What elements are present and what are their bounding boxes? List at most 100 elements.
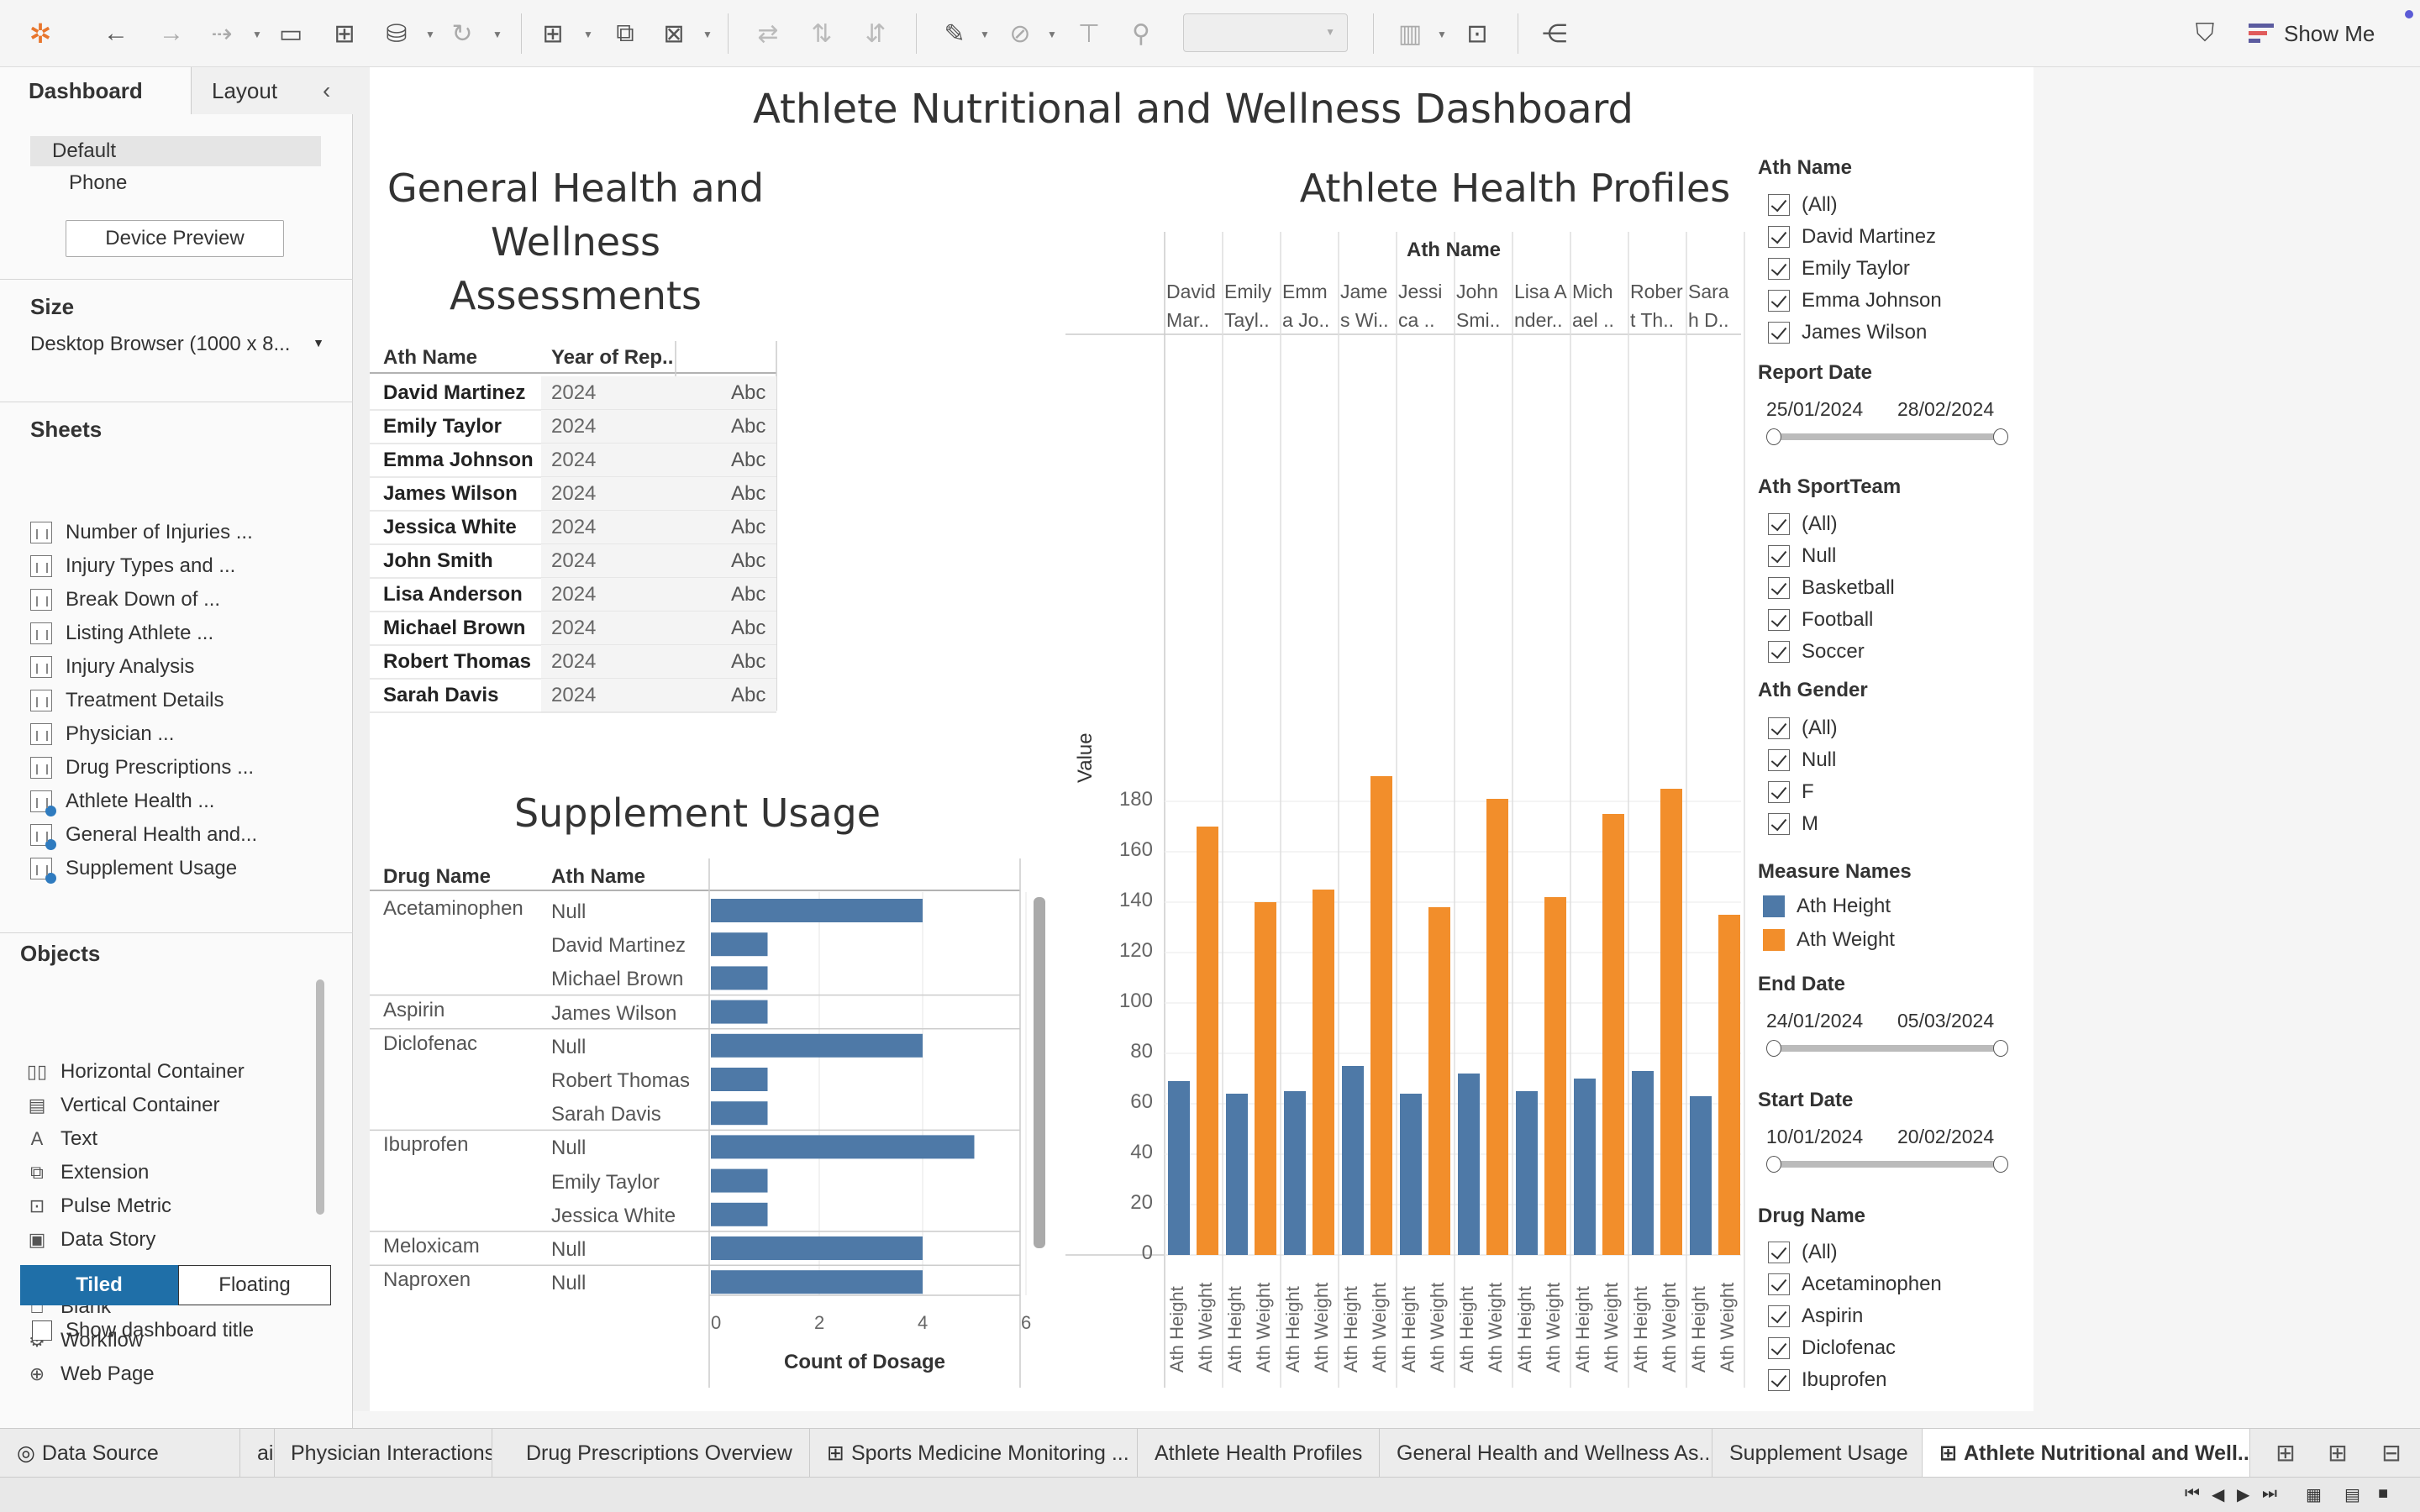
legend-item-label: Ath Weight bbox=[1797, 928, 1895, 951]
su-bar bbox=[711, 1202, 768, 1226]
sheet-tab[interactable]: ails bbox=[240, 1429, 275, 1478]
filter-checkbox-item[interactable]: (All) bbox=[1768, 714, 1838, 743]
sheet-tab[interactable]: Drug Prescriptions Overview bbox=[509, 1429, 810, 1478]
filter-item-label: Basketball bbox=[1802, 576, 1895, 599]
checkbox-checked[interactable] bbox=[1768, 1369, 1790, 1391]
new-worksheet-tab-icon[interactable]: ⊞ bbox=[2269, 1436, 2302, 1469]
gh-value-cell bbox=[676, 679, 776, 712]
checkbox-checked[interactable] bbox=[1768, 290, 1790, 312]
legend-item[interactable]: Ath Height bbox=[1763, 892, 1891, 921]
hp-bar-height bbox=[1342, 1066, 1364, 1255]
filter-item-label: Diclofenac bbox=[1802, 1336, 1897, 1359]
su-bar bbox=[711, 1000, 768, 1024]
sheet-tab[interactable]: Supplement Usage bbox=[1712, 1429, 1923, 1478]
date-range-slider[interactable] bbox=[1766, 428, 2008, 445]
filter-checkbox-item[interactable]: F bbox=[1768, 778, 1814, 806]
sheet-tab-label: Athlete Health Profiles bbox=[1155, 1441, 1363, 1465]
gh-value-cell bbox=[676, 578, 776, 612]
hp-bar-weight bbox=[1544, 897, 1566, 1255]
su-bar bbox=[711, 1033, 923, 1058]
hp-bar-weight bbox=[1718, 915, 1740, 1255]
hp-bar-weight bbox=[1660, 789, 1682, 1255]
filter-sport-team-title: Ath SportTeam bbox=[1758, 475, 1902, 498]
filter-checkbox-item[interactable]: Basketball bbox=[1768, 574, 1895, 602]
slider-handle-left[interactable] bbox=[1766, 1040, 1781, 1057]
slider-handle-left[interactable] bbox=[1766, 1156, 1781, 1173]
prev-page-icon[interactable]: ◀ bbox=[2212, 1484, 2224, 1505]
slider-handle-right[interactable] bbox=[1993, 1040, 2008, 1057]
filter-end-date-title: End Date bbox=[1758, 973, 1846, 995]
gh-value-cell bbox=[676, 645, 776, 679]
checkbox-checked[interactable] bbox=[1768, 1273, 1790, 1295]
filter-checkbox-item[interactable]: Acetaminophen bbox=[1768, 1270, 1942, 1299]
tabs-view-icon[interactable]: ■ bbox=[2378, 1484, 2388, 1504]
checkbox-checked[interactable] bbox=[1768, 609, 1790, 631]
new-dashboard-tab-icon[interactable]: ⊞ bbox=[2321, 1436, 2354, 1469]
sheet-tab[interactable]: ◎ Data Source bbox=[0, 1429, 240, 1478]
sheet-tab[interactable]: Physician Interactions bbox=[274, 1429, 492, 1478]
legend-item[interactable]: Ath Weight bbox=[1763, 926, 1895, 954]
filter-drug-name-title: Drug Name bbox=[1758, 1205, 1866, 1227]
new-story-tab-icon[interactable]: ⊟ bbox=[2375, 1436, 2408, 1469]
checkbox-checked[interactable] bbox=[1768, 545, 1790, 567]
filter-checkbox-item[interactable]: James Wilson bbox=[1768, 318, 1927, 347]
checkbox-checked[interactable] bbox=[1768, 641, 1790, 663]
checkbox-checked[interactable] bbox=[1768, 1337, 1790, 1359]
hp-bar-height bbox=[1632, 1071, 1654, 1255]
filter-checkbox-item[interactable]: Null bbox=[1768, 746, 1836, 774]
checkbox-checked[interactable] bbox=[1768, 577, 1790, 599]
filter-checkbox-item[interactable]: Diclofenac bbox=[1768, 1334, 1896, 1362]
date-range-slider[interactable] bbox=[1766, 1156, 2008, 1173]
last-page-icon[interactable]: ⏭ bbox=[2262, 1484, 2277, 1504]
su-bar bbox=[711, 966, 768, 990]
hp-bar-height bbox=[1400, 1094, 1422, 1255]
filter-checkbox-item[interactable]: M bbox=[1768, 810, 1818, 838]
checkbox-checked[interactable] bbox=[1768, 813, 1790, 835]
date-range-slider[interactable] bbox=[1766, 1040, 2008, 1057]
checkbox-checked[interactable] bbox=[1768, 717, 1790, 739]
checkbox-checked[interactable] bbox=[1768, 1305, 1790, 1327]
gh-value-cell bbox=[676, 544, 776, 578]
filter-checkbox-item[interactable]: David Martinez bbox=[1768, 223, 1936, 251]
checkbox-checked[interactable] bbox=[1768, 194, 1790, 216]
filter-checkbox-item[interactable]: Emma Johnson bbox=[1768, 286, 1942, 315]
checkbox-checked[interactable] bbox=[1768, 749, 1790, 771]
filter-checkbox-item[interactable]: Emily Taylor bbox=[1768, 255, 1910, 283]
hp-bar-weight bbox=[1486, 799, 1508, 1255]
sheet-tab[interactable]: Athlete Health Profiles bbox=[1138, 1429, 1380, 1478]
filter-checkbox-item[interactable]: Soccer bbox=[1768, 638, 1865, 666]
sheet-tab[interactable]: General Health and Wellness As... bbox=[1380, 1429, 1712, 1478]
filter-checkbox-item[interactable]: Null bbox=[1768, 542, 1836, 570]
filter-checkbox-item[interactable]: (All) bbox=[1768, 510, 1838, 538]
filter-checkbox-item[interactable]: Football bbox=[1768, 606, 1873, 634]
range-from: 10/01/2024 bbox=[1766, 1126, 1864, 1147]
checkbox-checked[interactable] bbox=[1768, 1242, 1790, 1263]
range-to: 05/03/2024 bbox=[1897, 1010, 1995, 1032]
slider-handle-right[interactable] bbox=[1993, 1156, 2008, 1173]
filter-checkbox-item[interactable]: (All) bbox=[1768, 1238, 1838, 1267]
next-page-icon[interactable]: ▶ bbox=[2237, 1484, 2249, 1505]
first-page-icon[interactable]: ⏮ bbox=[2185, 1484, 2200, 1504]
hp-bar-weight bbox=[1428, 907, 1450, 1255]
filter-item-label: Null bbox=[1802, 748, 1837, 771]
filter-checkbox-item[interactable]: Ibuprofen bbox=[1768, 1366, 1886, 1394]
filter-checkbox-item[interactable]: Aspirin bbox=[1768, 1302, 1863, 1331]
gh-value-cell bbox=[676, 376, 776, 410]
sheet-tab[interactable]: ⊞ Athlete Nutritional and Well... bbox=[1923, 1429, 2250, 1478]
gh-value-cell bbox=[676, 511, 776, 544]
gh-value-cell bbox=[676, 612, 776, 645]
grid-view-icon[interactable]: ▦ bbox=[2306, 1484, 2322, 1505]
filter-checkbox-item[interactable]: (All) bbox=[1768, 191, 1838, 219]
slider-handle-right[interactable] bbox=[1993, 428, 2008, 445]
checkbox-checked[interactable] bbox=[1768, 781, 1790, 803]
sheet-tab[interactable]: ⊞ Sports Medicine Monitoring ... bbox=[810, 1429, 1138, 1478]
checkbox-checked[interactable] bbox=[1768, 513, 1790, 535]
su-bar bbox=[711, 1236, 923, 1260]
slider-handle-left[interactable] bbox=[1766, 428, 1781, 445]
sheet-tab-label: Supplement Usage bbox=[1729, 1441, 1908, 1465]
checkbox-checked[interactable] bbox=[1768, 322, 1790, 344]
checkbox-checked[interactable] bbox=[1768, 258, 1790, 280]
filmstrip-view-icon[interactable]: ▤ bbox=[2344, 1484, 2360, 1505]
range-to: 20/02/2024 bbox=[1897, 1126, 1995, 1147]
checkbox-checked[interactable] bbox=[1768, 226, 1790, 248]
